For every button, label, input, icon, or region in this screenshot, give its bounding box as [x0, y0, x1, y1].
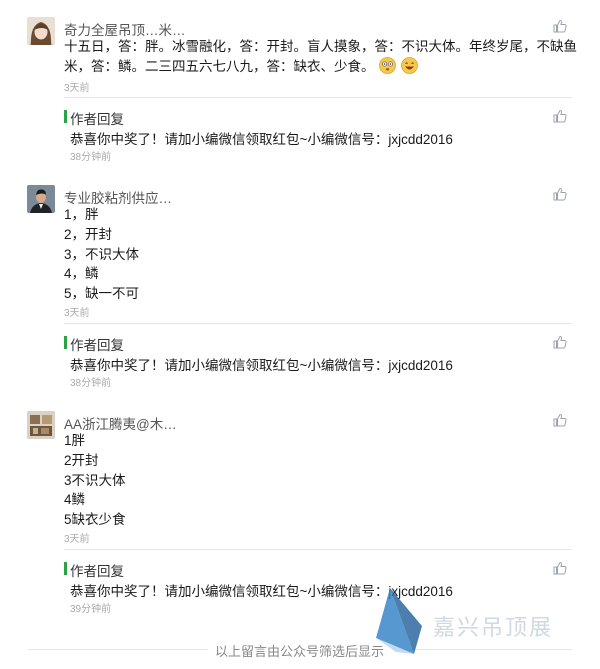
thumbs-up-icon[interactable]	[553, 109, 567, 123]
comment-line-with-emoji: 米，答：鳞。二三四五六七八九，答：缺衣、少食。	[64, 57, 418, 77]
nickname[interactable]: AA浙江腾夷@木…	[64, 413, 177, 433]
thumbs-up-icon[interactable]	[553, 187, 567, 201]
watermark-text: 嘉兴吊顶展	[433, 615, 554, 640]
comment-line: 1胖	[64, 433, 86, 448]
author-reply-label: 作者回复	[70, 112, 124, 127]
comment-line: 4鳞	[64, 492, 86, 507]
author-reply-label: 作者回复	[70, 338, 124, 353]
footer-note: 以上留言由公众号筛选后显示	[213, 641, 387, 660]
comment-time: 3天前	[64, 308, 90, 319]
author-reply-text: 恭喜你中奖了！请加小编微信领取红包~小编微信号：jxjcdd2016	[70, 132, 453, 147]
divider	[64, 549, 572, 550]
divider	[64, 323, 572, 324]
thumbs-up-icon[interactable]	[553, 413, 567, 427]
comment-line: 2，开封	[64, 227, 113, 242]
grinning-face-emoji	[401, 57, 418, 74]
thumbs-up-icon[interactable]	[553, 561, 567, 575]
reply-indicator	[64, 110, 67, 123]
comment-line: 3，不识大体	[64, 247, 140, 262]
thumbs-up-icon[interactable]	[553, 19, 567, 33]
dizzy-face-emoji	[379, 57, 397, 74]
comment-time: 3天前	[64, 83, 90, 94]
nickname[interactable]: 奇力全屋吊顶…米…	[64, 19, 186, 39]
reply-time: 38分钟前	[70, 378, 112, 389]
thumbs-up-icon[interactable]	[553, 335, 567, 349]
reply-indicator	[64, 562, 67, 575]
triangle-logo-icon	[376, 588, 422, 654]
comment-line: 2开封	[64, 453, 99, 468]
footer-divider-left	[28, 649, 208, 650]
comment-line: 十五日，答：胖。冰雪融化，答：开封。盲人摸象，答：不识大体。年终岁尾，不缺鱼	[64, 39, 577, 54]
author-reply-label: 作者回复	[70, 564, 124, 579]
comment-line: 米，答：鳞。二三四五六七八九，答：缺衣、少食。	[64, 59, 375, 74]
reply-time: 38分钟前	[70, 152, 112, 163]
reply-time: 39分钟前	[70, 604, 112, 615]
nickname[interactable]: 专业胶粘剂供应…	[64, 187, 172, 207]
comment-line: 5，缺一不可	[64, 286, 140, 301]
reply-indicator	[64, 336, 67, 349]
comment-line: 5缺衣少食	[64, 512, 126, 527]
author-reply-text: 恭喜你中奖了！请加小编微信领取红包~小编微信号：jxjcdd2016	[70, 358, 453, 373]
comment-time: 3天前	[64, 534, 90, 545]
comment-line: 4，鳞	[64, 266, 99, 281]
avatar-icon[interactable]	[27, 411, 55, 439]
avatar-icon[interactable]	[27, 17, 55, 45]
avatar-icon[interactable]	[27, 185, 55, 213]
comment-line: 1，胖	[64, 207, 99, 222]
comment-line: 3不识大体	[64, 473, 126, 488]
divider	[64, 97, 572, 98]
